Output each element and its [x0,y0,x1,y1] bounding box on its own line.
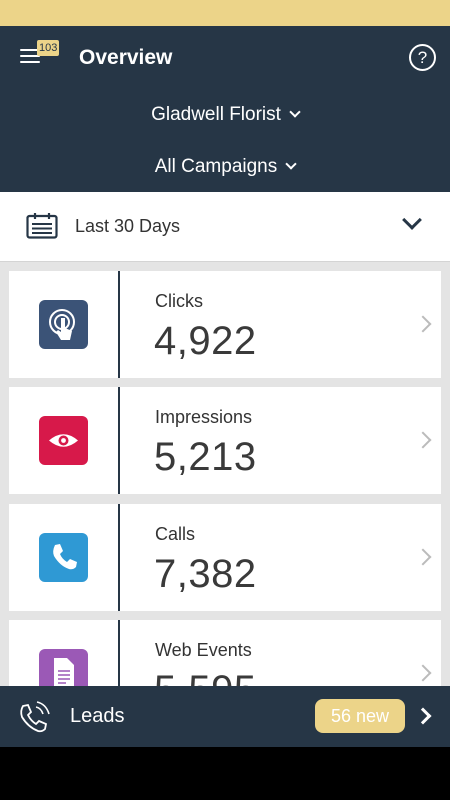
campaign-selector[interactable]: All Campaigns [0,155,450,179]
phone-icon [39,533,88,582]
metric-label: Impressions [155,407,253,427]
touch-icon [39,300,88,349]
metric-value: 4,922 [154,319,257,363]
status-bar [0,0,450,26]
date-range-label: Last 30 Days [75,216,181,236]
chevron-right-icon [414,664,432,682]
header: 103 Overview ? Gladwell Florist All Camp… [0,26,450,192]
chevron-down-icon [285,158,297,170]
metric-card-calls[interactable]: Calls 7,382 [9,504,441,611]
business-selector[interactable]: Gladwell Florist [0,103,450,127]
new-leads-badge: 56 new [315,699,405,733]
campaign-name: All Campaigns [154,156,278,177]
business-name: Gladwell Florist [151,104,281,125]
metric-label: Web Events [155,640,252,660]
metrics-list: Clicks 4,922 Impressions 5,213 Calls 7,3… [0,262,450,686]
notification-badge: 103 [37,40,60,56]
chevron-down-icon [402,210,422,230]
chevron-right-icon [414,548,432,566]
page-title: Overview [79,46,173,69]
system-nav-bar [0,747,450,800]
help-icon: ? [417,48,428,67]
calendar-icon [26,213,58,239]
metric-card-web-events[interactable]: Web Events 5,595 [9,620,441,686]
chevron-down-icon [289,106,301,118]
chevron-right-icon [414,431,432,449]
phone-icon [20,701,50,733]
leads-label: Leads [70,705,125,727]
metric-card-impressions[interactable]: Impressions 5,213 [9,387,441,494]
metric-value: 5,595 [154,668,257,686]
chevron-right-icon [414,707,432,725]
eye-icon [39,416,88,465]
chevron-right-icon [414,315,432,333]
help-button[interactable]: ? [409,44,436,71]
metric-value: 5,213 [154,435,257,479]
metric-label: Calls [155,524,196,544]
metric-card-clicks[interactable]: Clicks 4,922 [9,271,441,378]
metric-value: 7,382 [154,552,257,596]
date-range-selector[interactable]: Last 30 Days [0,192,450,262]
metric-label: Clicks [155,291,203,311]
document-icon [39,649,88,686]
leads-bar[interactable]: Leads 56 new [0,686,450,747]
